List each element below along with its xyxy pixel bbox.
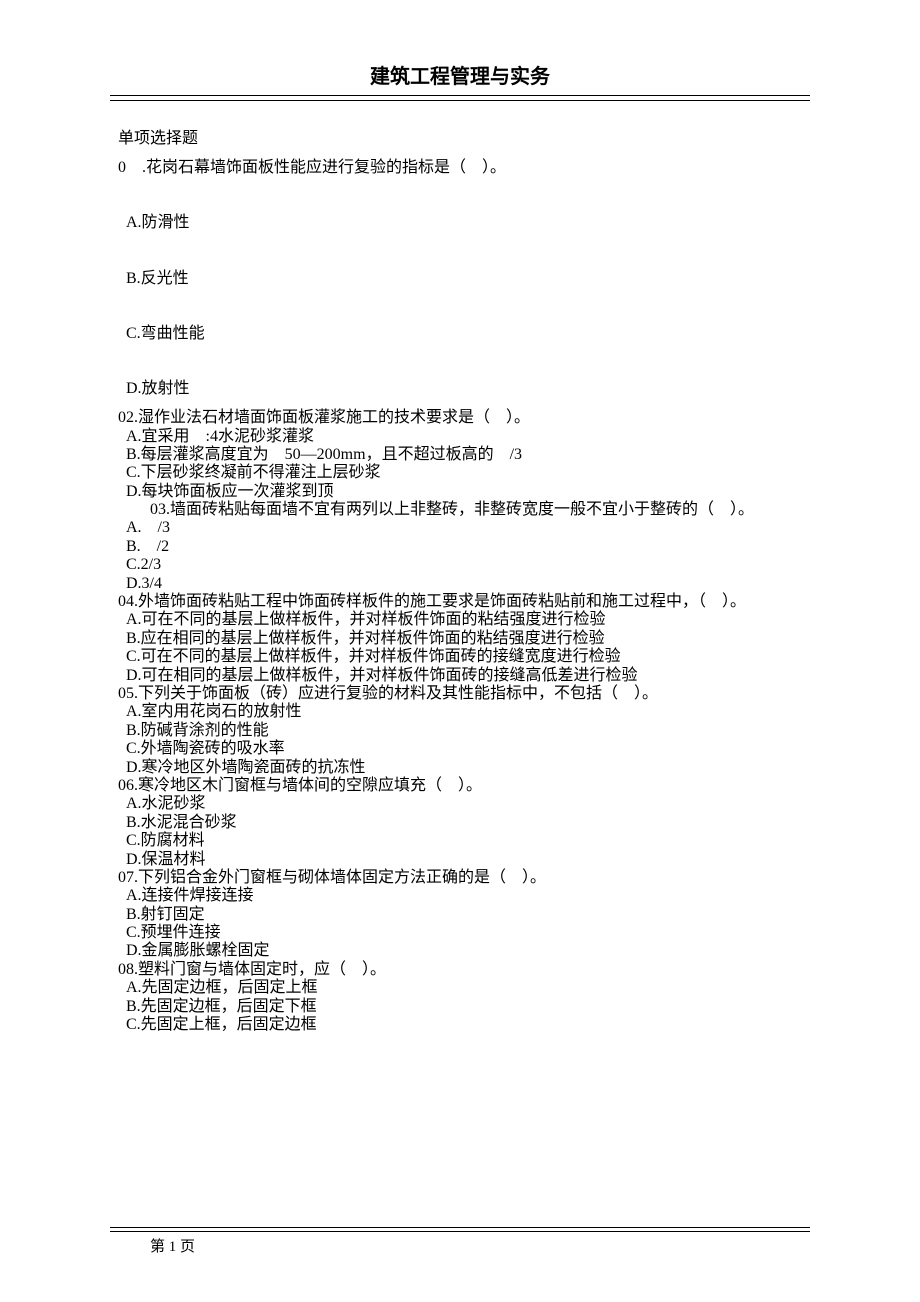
q3-option-b: B. /2 xyxy=(118,533,810,551)
q1-stem: 0 .花岗石幕墙饰面板性能应进行复验的指标是（ ）。 xyxy=(118,154,810,181)
q4-option-c: C.可在不同的基层上做样板件，并对样板件饰面砖的接缝宽度进行检验 xyxy=(118,643,810,661)
q7-stem: 07.下列铝合金外门窗框与砌体墙体固定方法正确的是（ ）。 xyxy=(118,864,810,882)
q4-option-d: D.可在相同的基层上做样板件，并对样板件饰面砖的接缝高低差进行检验 xyxy=(118,662,810,680)
q5-option-c: C.外墙陶瓷砖的吸水率 xyxy=(118,735,810,753)
q5-stem: 05.下列关于饰面板（砖）应进行复验的材料及其性能指标中，不包括（ ）。 xyxy=(118,680,810,698)
q5-option-b: B.防碱背涂剂的性能 xyxy=(118,717,810,735)
q8-option-a: A.先固定边框，后固定上框 xyxy=(118,974,810,992)
footer-divider xyxy=(110,1227,810,1232)
page-number: 第 1 页 xyxy=(150,1235,195,1256)
section-label: 单项选择题 xyxy=(118,125,810,152)
q6-stem: 06.寒冷地区木门窗框与墙体间的空隙应填充（ ）。 xyxy=(118,772,810,790)
q3-stem: 03.墙面砖粘贴每面墙不宜有两列以上非整砖，非整砖宽度一般不宜小于整砖的（ ）。 xyxy=(118,496,810,514)
q8-option-c: C.先固定上框，后固定边框 xyxy=(118,1011,810,1029)
q2-option-d: D.每块饰面板应一次灌浆到顶 xyxy=(118,478,810,496)
q7-option-c: C.预埋件连接 xyxy=(118,919,810,937)
q3-option-c: C.2/3 xyxy=(118,551,810,569)
q1-option-a: A.防滑性 xyxy=(118,209,810,236)
q4-stem: 04.外墙饰面砖粘贴工程中饰面砖样板件的施工要求是饰面砖粘贴前和施工过程中，（ … xyxy=(118,588,810,606)
q8-stem: 08.塑料门窗与墙体固定时，应（ ）。 xyxy=(118,956,810,974)
q7-option-d: D.金属膨胀螺栓固定 xyxy=(118,937,810,955)
q1-option-b: B.反光性 xyxy=(118,265,810,292)
q2-option-b: B.每层灌浆高度宜为 50—200mm，且不超过板高的 /3 xyxy=(118,441,810,459)
q6-option-d: D.保温材料 xyxy=(118,846,810,864)
q8-option-b: B.先固定边框，后固定下框 xyxy=(118,993,810,1011)
page-title: 建筑工程管理与实务 xyxy=(110,60,810,89)
q3-option-d: D.3/4 xyxy=(118,570,810,588)
document-body: 单项选择题 0 .花岗石幕墙饰面板性能应进行复验的指标是（ ）。 A.防滑性 B… xyxy=(118,125,810,1029)
q6-option-b: B.水泥混合砂浆 xyxy=(118,809,810,827)
q2-stem: 02.湿作业法石材墙面饰面板灌浆施工的技术要求是（ ）。 xyxy=(118,404,810,422)
q4-option-b: B.应在相同的基层上做样板件，并对样板件饰面的粘结强度进行检验 xyxy=(118,625,810,643)
header-divider xyxy=(110,95,810,101)
q1-option-d: D.放射性 xyxy=(118,375,810,402)
q1-option-c: C.弯曲性能 xyxy=(118,320,810,347)
q5-option-d: D.寒冷地区外墙陶瓷面砖的抗冻性 xyxy=(118,754,810,772)
